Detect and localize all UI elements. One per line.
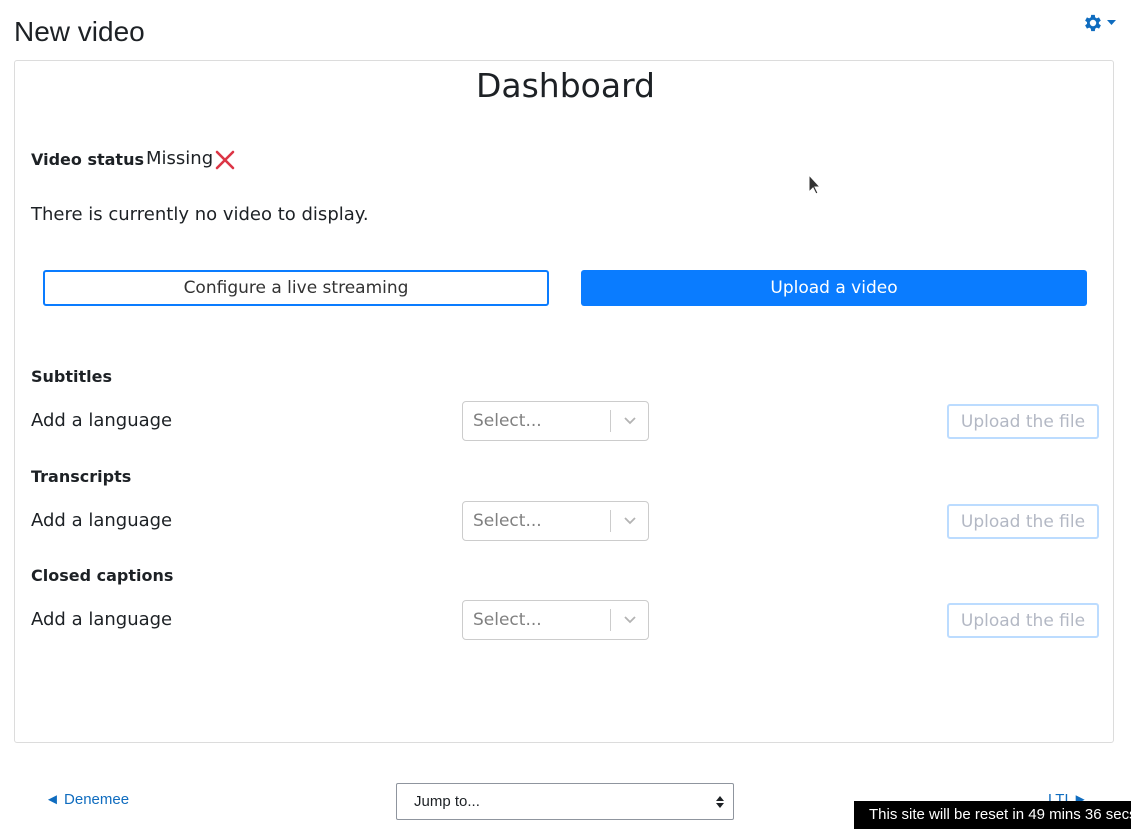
caret-down-icon	[1107, 20, 1116, 26]
video-status-value: Missing	[146, 148, 214, 169]
transcripts-add-language-label: Add a language	[31, 510, 173, 531]
select-placeholder: Select...	[473, 511, 542, 531]
subtitles-language-select[interactable]: Select...	[462, 401, 649, 441]
mouse-cursor-icon	[808, 173, 822, 200]
transcripts-title: Transcripts	[31, 467, 132, 486]
subtitles-upload-file-button[interactable]: Upload the file	[947, 404, 1099, 439]
transcripts-language-select[interactable]: Select...	[462, 501, 649, 541]
configure-live-streaming-button[interactable]: Configure a live streaming	[43, 270, 549, 306]
gear-icon	[1082, 12, 1104, 34]
previous-activity-link[interactable]: ◄ Denemee	[45, 791, 129, 808]
subtitles-title: Subtitles	[31, 367, 113, 386]
closed-captions-upload-file-button[interactable]: Upload the file	[947, 603, 1099, 638]
transcripts-upload-file-button[interactable]: Upload the file	[947, 504, 1099, 539]
sort-arrows-icon	[707, 795, 733, 808]
closed-captions-language-select[interactable]: Select...	[462, 600, 649, 640]
closed-captions-add-language-label: Add a language	[31, 609, 173, 630]
chevron-down-icon	[611, 417, 648, 425]
dashboard-title: Dashboard	[475, 66, 656, 105]
page-title: New video	[14, 16, 145, 47]
closed-captions-title: Closed captions	[31, 566, 174, 585]
select-placeholder: Select...	[473, 411, 542, 431]
chevron-down-icon	[611, 517, 648, 525]
video-status-label: Video status	[31, 150, 144, 169]
chevron-down-icon	[611, 616, 648, 624]
subtitles-add-language-label: Add a language	[31, 410, 173, 431]
jump-to-select[interactable]: Jump to...	[396, 783, 734, 820]
jump-to-value: Jump to...	[414, 793, 480, 810]
settings-menu[interactable]	[1082, 10, 1126, 36]
empty-video-message: There is currently no video to display.	[31, 204, 369, 225]
select-placeholder: Select...	[473, 610, 542, 630]
site-reset-banner: This site will be reset in 49 mins 36 se…	[854, 801, 1131, 829]
upload-video-button[interactable]: Upload a video	[581, 270, 1087, 306]
cross-icon	[215, 150, 235, 174]
